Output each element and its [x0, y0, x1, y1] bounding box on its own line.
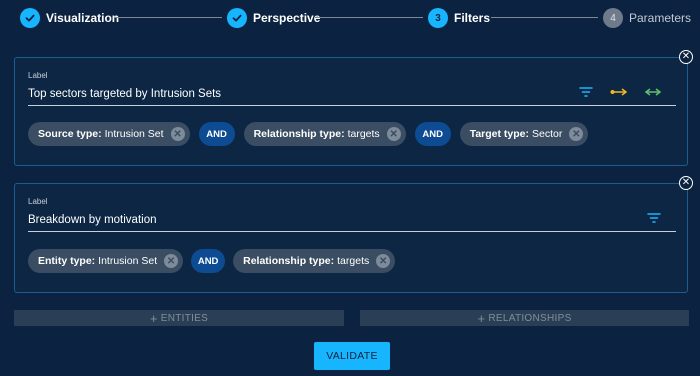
- remove-chip-icon[interactable]: ✕: [569, 127, 584, 141]
- close-icon[interactable]: ✕: [679, 176, 693, 190]
- chip-value: targets: [347, 128, 380, 140]
- filter-chip[interactable]: Source type: Intrusion Set ✕: [28, 122, 190, 146]
- filter-chip[interactable]: Entity type: Intrusion Set ✕: [28, 249, 184, 273]
- label-caption: Label: [28, 71, 48, 80]
- add-relationships-label: RELATIONSHIPS: [488, 312, 572, 324]
- filter-icon[interactable]: [645, 210, 663, 226]
- filter-card: ✕ Label Breakdown by motivation Entity t…: [14, 176, 693, 293]
- step-parameters[interactable]: 4 Parameters: [603, 7, 691, 29]
- add-entities-button[interactable]: + ENTITIES: [14, 310, 344, 326]
- from-to-arrow-icon[interactable]: [609, 84, 629, 100]
- filter-card: ✕ Label Top sectors targeted by Intrusio…: [14, 50, 693, 166]
- chip-key: Source type:: [38, 128, 102, 140]
- plus-icon: +: [149, 310, 158, 326]
- filter-chips: Entity type: Intrusion Set ✕ AND Relatio…: [28, 249, 396, 273]
- chip-key: Relationship type:: [243, 255, 335, 267]
- filter-icon[interactable]: [577, 84, 595, 100]
- check-icon: [20, 8, 40, 28]
- step-label: Perspective: [253, 11, 321, 25]
- filter-chip[interactable]: Relationship type: targets ✕: [243, 122, 406, 146]
- step-connector: [115, 17, 222, 18]
- chip-key: Entity type:: [38, 255, 96, 267]
- step-perspective[interactable]: Perspective: [227, 7, 320, 29]
- input-underline: [28, 231, 676, 232]
- remove-chip-icon[interactable]: ✕: [376, 254, 391, 268]
- add-relationships-button[interactable]: + RELATIONSHIPS: [360, 310, 689, 326]
- and-operator[interactable]: AND: [198, 122, 235, 146]
- chip-value: Intrusion Set: [104, 128, 164, 140]
- chip-key: Relationship type:: [253, 128, 345, 140]
- chip-value: Sector: [532, 128, 563, 140]
- label-caption: Label: [28, 197, 48, 206]
- and-operator[interactable]: AND: [191, 249, 226, 273]
- remove-chip-icon[interactable]: ✕: [164, 254, 179, 268]
- remove-chip-icon[interactable]: ✕: [170, 127, 185, 141]
- add-entities-label: ENTITIES: [160, 312, 209, 324]
- step-number: 3: [428, 8, 448, 28]
- step-filters[interactable]: 3 Filters: [428, 7, 490, 29]
- filter-chip[interactable]: Relationship type: targets ✕: [233, 249, 396, 273]
- label-input[interactable]: Top sectors targeted by Intrusion Sets: [28, 88, 221, 100]
- step-number: 4: [603, 8, 623, 28]
- step-label: Filters: [454, 11, 491, 25]
- chip-value: Intrusion Set: [98, 255, 158, 267]
- check-icon: [227, 8, 247, 28]
- remove-chip-icon[interactable]: ✕: [386, 127, 401, 141]
- stepper: Visualization Perspective 3 Filters 4 Pa…: [0, 0, 700, 36]
- step-visualization[interactable]: Visualization: [20, 7, 119, 29]
- step-connector: [315, 17, 423, 18]
- bidirectional-arrow-icon[interactable]: [643, 84, 663, 100]
- filter-chip[interactable]: Target type: Sector ✕: [459, 122, 589, 146]
- close-icon[interactable]: ✕: [679, 50, 693, 64]
- input-underline: [28, 105, 676, 106]
- chip-key: Target type:: [469, 128, 530, 140]
- and-operator[interactable]: AND: [414, 122, 451, 146]
- filter-chips: Source type: Intrusion Set ✕ AND Relatio…: [28, 122, 589, 146]
- step-label: Parameters: [629, 11, 692, 25]
- step-connector: [491, 17, 598, 18]
- chip-value: targets: [337, 255, 370, 267]
- validate-button[interactable]: VALIDATE: [314, 342, 390, 370]
- plus-icon: +: [477, 310, 486, 326]
- step-label: Visualization: [46, 11, 120, 25]
- label-input[interactable]: Breakdown by motivation: [28, 214, 156, 226]
